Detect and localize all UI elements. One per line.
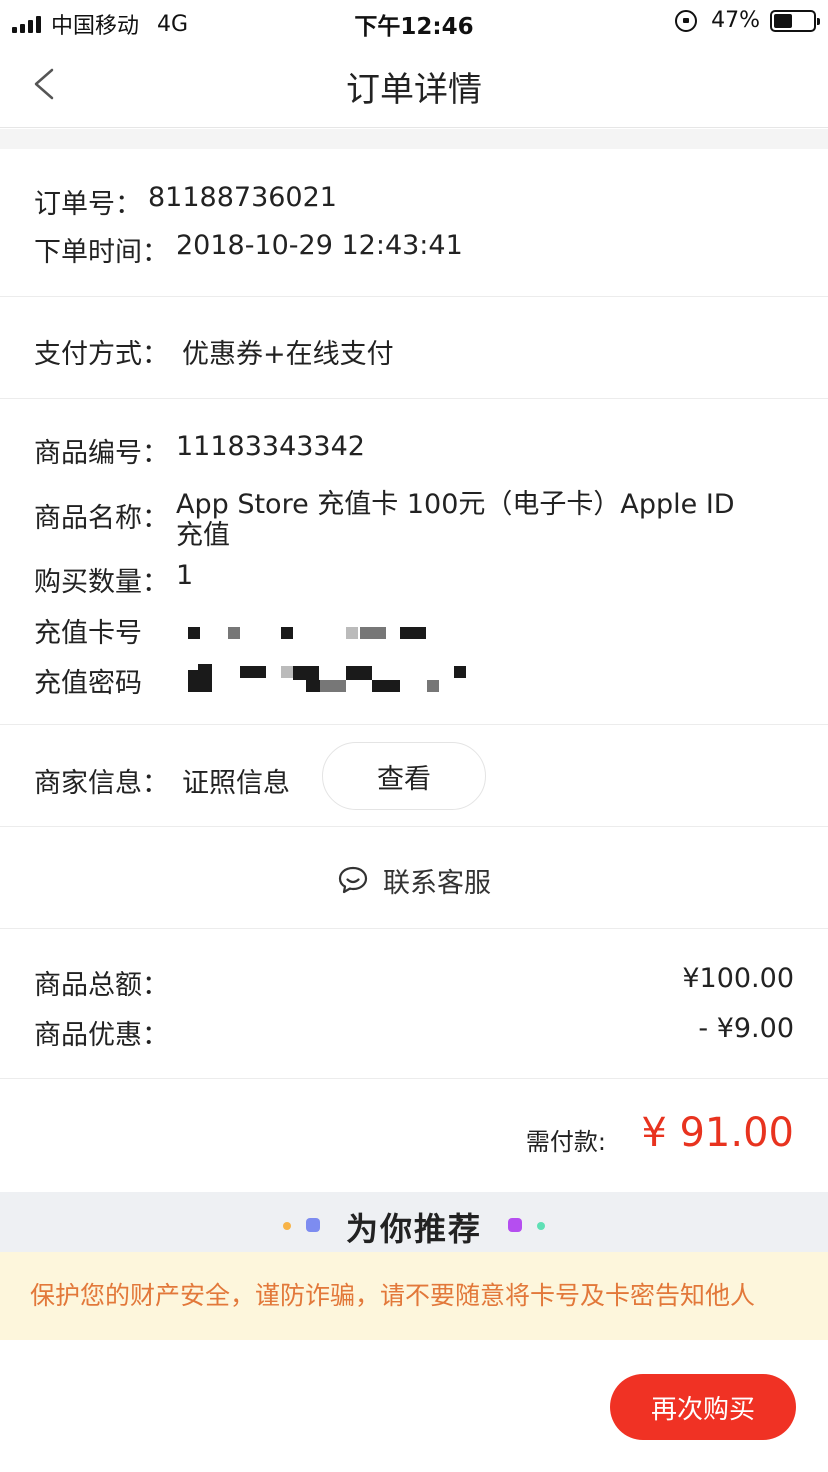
product-id-label: 商品编号： (34, 438, 169, 469)
status-bar: 中国移动 4G 下午12:46 47% (0, 0, 828, 40)
decor-dot (537, 1222, 545, 1230)
divider (0, 296, 828, 297)
product-name-line1: App Store 充值卡 100元（电子卡）Apple ID (176, 489, 735, 520)
order-no-label: 订单号： (34, 189, 142, 220)
page-title: 订单详情 (346, 70, 482, 110)
payment-label: 支付方式： (34, 339, 169, 370)
section-gap (0, 129, 828, 149)
contact-service-label: 联系客服 (383, 867, 491, 899)
merchant-value: 证照信息 (182, 768, 290, 799)
battery-icon (770, 9, 820, 32)
fraud-warning-text: 保护您的财产安全，谨防诈骗，请不要随意将卡号及卡密告知他人 (30, 1281, 756, 1310)
discount-label: 商品优惠： (34, 1020, 169, 1051)
divider (0, 1078, 828, 1079)
chat-bubble-icon (338, 866, 368, 894)
rotation-lock-icon (675, 9, 698, 32)
order-time-value: 2018-10-29 12:43:41 (176, 230, 463, 261)
divider (0, 928, 828, 929)
discount-value: - ¥9.00 (698, 1013, 794, 1044)
merchant-label: 商家信息： (34, 768, 169, 799)
divider (0, 826, 828, 827)
card-password-label: 充值密码 (34, 668, 142, 699)
view-license-button[interactable]: 查看 (322, 742, 486, 810)
decor-dot (508, 1218, 522, 1232)
subtotal-label: 商品总额： (34, 970, 169, 1001)
divider (0, 398, 828, 399)
battery-percent: 47% (711, 8, 760, 33)
amount-due-label: 需付款: (525, 1128, 606, 1156)
order-time-label: 下单时间： (34, 237, 169, 268)
quantity-value: 1 (176, 560, 194, 591)
fraud-warning-banner: 保护您的财产安全，谨防诈骗，请不要随意将卡号及卡密告知他人 (0, 1252, 828, 1340)
order-no-value: 81188736021 (148, 182, 337, 213)
amount-due-value: ¥ 91.00 (641, 1110, 794, 1156)
divider (0, 724, 828, 725)
contact-service-button[interactable]: 联系客服 (0, 858, 828, 902)
product-name-label: 商品名称： (34, 503, 169, 534)
payment-value: 优惠券+在线支付 (182, 339, 394, 370)
product-name-line2: 充值 (176, 520, 230, 551)
card-number-label: 充值卡号 (34, 618, 142, 649)
recommend-title: 为你推荐 (345, 1210, 482, 1248)
nav-bar: 订单详情 (0, 40, 828, 128)
product-id-value: 11183343342 (176, 431, 365, 462)
quantity-label: 购买数量： (34, 567, 169, 598)
subtotal-value: ¥100.00 (682, 963, 794, 994)
buy-again-button[interactable]: 再次购买 (610, 1374, 796, 1440)
status-right: 47% (675, 8, 820, 33)
